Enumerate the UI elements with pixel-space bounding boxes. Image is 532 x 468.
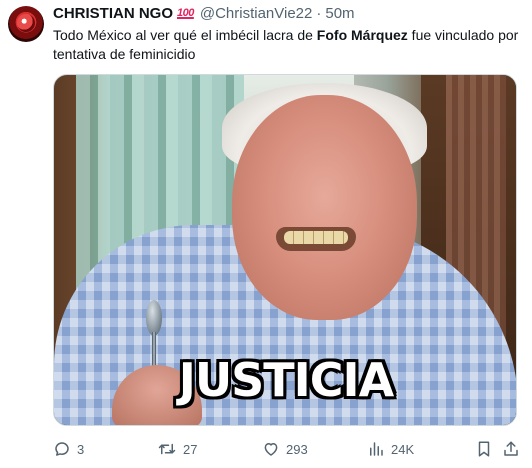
retweet-count: 27 bbox=[183, 441, 198, 457]
tweet-text: Todo México al ver qué el imbécil lacra … bbox=[53, 26, 523, 64]
bar-chart-icon bbox=[367, 440, 385, 458]
meme-caption: JUSTICIA bbox=[178, 353, 395, 407]
tweet[interactable]: CHRISTIAN NGO 100 @ChristianVie22 · 50m … bbox=[0, 0, 532, 468]
tweet-media-image[interactable]: JUSTICIA bbox=[53, 74, 517, 426]
bookmark-icon bbox=[475, 440, 493, 458]
avatar[interactable] bbox=[8, 6, 44, 42]
heart-icon bbox=[262, 440, 280, 458]
tweet-text-start: Todo México al ver qué el imbécil lacra … bbox=[53, 27, 317, 43]
author-handle[interactable]: @ChristianVie22 bbox=[200, 5, 313, 22]
tweet-actions: 3 27 293 24K bbox=[53, 438, 520, 460]
tweet-text-highlight: Fofo Márquez bbox=[316, 27, 408, 43]
tweet-header: CHRISTIAN NGO 100 @ChristianVie22 · 50m bbox=[53, 4, 355, 22]
views-button[interactable]: 24K bbox=[367, 438, 414, 460]
hundred-emoji-icon: 100 bbox=[177, 7, 194, 19]
reply-icon bbox=[53, 440, 71, 458]
share-button[interactable] bbox=[502, 438, 520, 460]
reply-count: 3 bbox=[77, 441, 85, 457]
retweet-button[interactable]: 27 bbox=[157, 438, 197, 460]
reply-button[interactable]: 3 bbox=[53, 438, 84, 460]
separator-dot: · bbox=[316, 4, 322, 22]
like-count: 293 bbox=[286, 441, 308, 457]
share-icon bbox=[502, 440, 520, 458]
retweet-icon bbox=[157, 440, 177, 458]
like-button[interactable]: 293 bbox=[262, 438, 308, 460]
author-name[interactable]: CHRISTIAN NGO bbox=[53, 5, 173, 22]
bookmark-button[interactable] bbox=[475, 438, 493, 460]
face bbox=[232, 95, 417, 320]
timestamp[interactable]: 50m bbox=[325, 5, 354, 22]
teeth bbox=[284, 231, 348, 244]
views-count: 24K bbox=[391, 441, 415, 457]
